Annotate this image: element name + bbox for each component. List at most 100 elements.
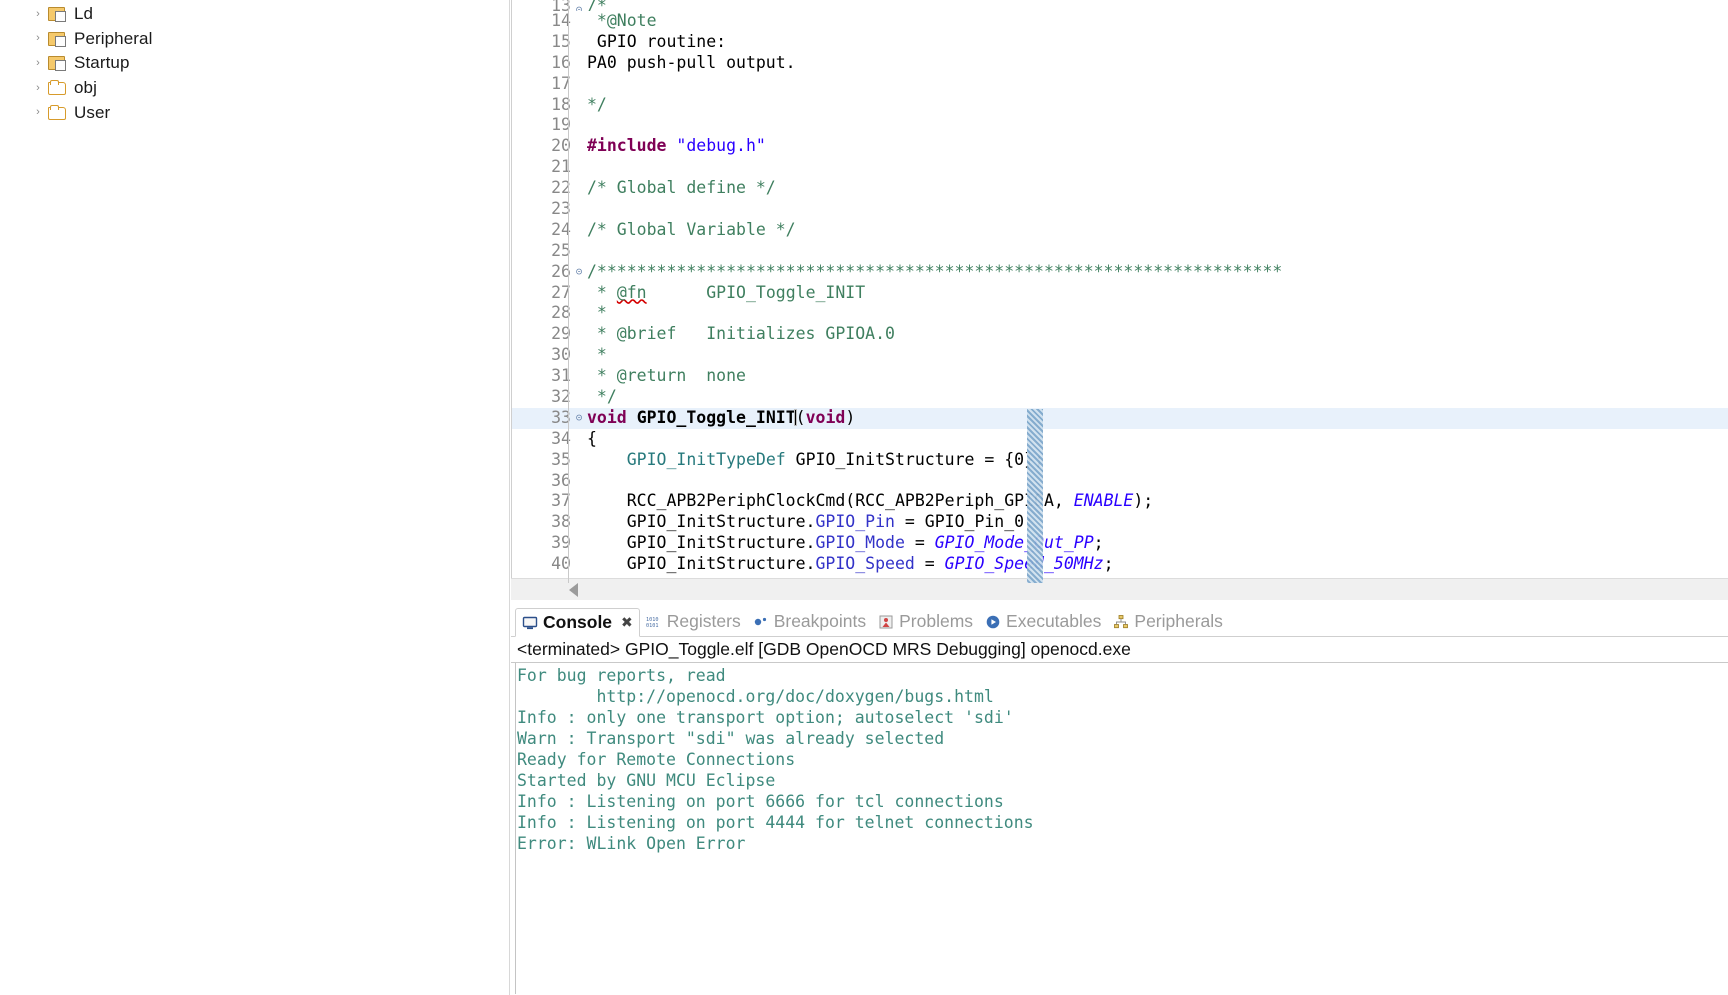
code-line[interactable]: 21 <box>511 157 1728 178</box>
fold-toggle-icon[interactable] <box>573 345 585 366</box>
fold-toggle-icon[interactable]: ⊝ <box>573 408 585 429</box>
gutter-divider <box>568 0 569 583</box>
console-output[interactable]: For bug reports, read http://openocd.org… <box>511 663 1728 994</box>
console-output-line: Info : Listening on port 6666 for tcl co… <box>517 792 1004 811</box>
fold-toggle-icon[interactable] <box>573 136 585 157</box>
scroll-left-arrow-icon[interactable] <box>569 583 578 597</box>
fold-toggle-icon[interactable] <box>573 554 585 575</box>
editor-horizontal-scrollbar[interactable] <box>511 578 1728 600</box>
line-number: 39 <box>551 533 571 553</box>
chevron-right-icon[interactable]: › <box>30 107 46 118</box>
tab-problems[interactable]: Problems <box>872 607 979 636</box>
console-output-line: Info : only one transport option; autose… <box>517 708 1014 727</box>
tab-label: Peripherals <box>1134 611 1223 631</box>
fold-toggle-icon[interactable] <box>573 95 585 116</box>
fold-toggle-icon[interactable] <box>573 157 585 178</box>
fold-toggle-icon[interactable] <box>573 324 585 345</box>
code-text: PA0 push-pull output. <box>587 52 796 72</box>
fold-toggle-icon[interactable] <box>573 178 585 199</box>
fold-toggle-icon[interactable] <box>573 115 585 136</box>
code-editor-viewport[interactable]: 13 ⊝/* 14 *@Note 15 GPIO routine: 16 PA0 push… <box>511 0 1728 583</box>
code-text: #include "debug.h" <box>587 136 766 156</box>
fold-toggle-icon[interactable] <box>573 387 585 408</box>
fold-toggle-icon[interactable] <box>573 533 585 554</box>
fold-toggle-icon[interactable] <box>573 32 585 53</box>
chevron-right-icon[interactable]: › <box>30 57 46 69</box>
fold-toggle-icon[interactable] <box>573 11 585 32</box>
fold-toggle-icon[interactable] <box>573 74 585 95</box>
fold-toggle-icon[interactable]: ⊝ <box>573 0 585 11</box>
fold-toggle-icon[interactable] <box>573 450 585 471</box>
code-line[interactable]: 13 ⊝/* <box>511 0 1728 11</box>
line-number: 26 <box>551 261 571 281</box>
code-line[interactable]: 34 { <box>511 429 1728 450</box>
line-number: 31 <box>551 366 571 386</box>
tree-item-label: User <box>74 102 111 122</box>
code-line[interactable]: 33 ⊝ void GPIO_Toggle_INIT(void) <box>511 407 1728 429</box>
code-line[interactable]: 38 GPIO_InitStructure.GPIO_Pin = GPIO_Pi… <box>511 512 1728 533</box>
tab-peripherals[interactable]: Peripherals <box>1107 607 1229 636</box>
fold-toggle-icon[interactable] <box>573 366 585 387</box>
console-icon <box>522 615 538 631</box>
fold-toggle-icon[interactable] <box>573 220 585 241</box>
code-line[interactable]: 37 RCC_APB2PeriphClockCmd(RCC_APB2Periph… <box>511 491 1728 512</box>
code-line[interactable]: 17 <box>511 74 1728 95</box>
code-line[interactable]: 15 GPIO routine: <box>511 32 1728 53</box>
code-line[interactable]: 39 GPIO_InitStructure.GPIO_Mode = GPIO_M… <box>511 533 1728 554</box>
fold-toggle-icon[interactable] <box>573 491 585 512</box>
svg-text:0101: 0101 <box>646 623 659 629</box>
project-explorer-tree[interactable]: › Ld › Peripheral › Startup › obj › User <box>0 0 510 995</box>
code-line[interactable]: 14 *@Note <box>511 11 1728 32</box>
code-line[interactable]: 23 <box>511 199 1728 220</box>
fold-toggle-icon[interactable] <box>573 303 585 324</box>
tab-breakpoints[interactable]: Breakpoints <box>747 607 872 636</box>
line-number: 38 <box>551 512 571 532</box>
fold-toggle-icon[interactable]: ⊝ <box>573 262 585 283</box>
tree-item-label: obj <box>74 78 97 98</box>
code-line[interactable]: 25 <box>511 241 1728 262</box>
fold-toggle-icon[interactable] <box>573 53 585 74</box>
code-line[interactable]: 27 * @fn GPIO_Toggle_INIT <box>511 283 1728 304</box>
fold-toggle-icon[interactable] <box>573 241 585 262</box>
chevron-right-icon[interactable]: › <box>30 8 46 20</box>
console-output-line: Warn : Transport "sdi" was already selec… <box>517 729 945 748</box>
code-line[interactable]: 28 * <box>511 303 1728 324</box>
tab-registers[interactable]: 1010 0101 Registers <box>640 607 747 636</box>
code-line[interactable]: 35 GPIO_InitTypeDef GPIO_InitStructure =… <box>511 450 1728 471</box>
code-line[interactable]: 16 PA0 push-pull output. <box>511 53 1728 74</box>
code-editor[interactable]: 13 ⊝/* 14 *@Note 15 GPIO routine: 16 PA0 push… <box>511 0 1728 600</box>
fold-toggle-icon[interactable] <box>573 512 585 533</box>
tree-item-user[interactable]: › User <box>0 100 509 125</box>
line-number: 29 <box>551 324 571 344</box>
tree-item-peripheral[interactable]: › Peripheral <box>0 27 509 52</box>
fold-toggle-icon[interactable] <box>573 471 585 492</box>
chevron-right-icon[interactable]: › <box>30 82 46 94</box>
code-line[interactable]: 26 ⊝/************************************… <box>511 262 1728 283</box>
code-line[interactable]: 19 <box>511 115 1728 136</box>
tab-console[interactable]: Console ✖ <box>515 608 640 637</box>
fold-toggle-icon[interactable] <box>573 283 585 304</box>
code-line[interactable]: 20 #include "debug.h" <box>511 136 1728 157</box>
code-line[interactable]: 36 <box>511 471 1728 492</box>
tree-item-startup[interactable]: › Startup <box>0 51 509 76</box>
code-text: */ <box>587 387 617 407</box>
code-line[interactable]: 22 /* Global define */ <box>511 178 1728 199</box>
tab-label: Executables <box>1006 611 1102 631</box>
console-tab-bar[interactable]: Console ✖ 1010 0101 Registers Breakpoints Prob… <box>511 606 1728 637</box>
executables-icon <box>985 614 1001 630</box>
chevron-right-icon[interactable]: › <box>30 33 46 44</box>
code-line[interactable]: 24 /* Global Variable */ <box>511 220 1728 241</box>
code-line[interactable]: 32 */ <box>511 387 1728 408</box>
close-icon[interactable]: ✖ <box>621 615 633 631</box>
code-line[interactable]: 29 * @brief Initializes GPIOA.0 <box>511 324 1728 345</box>
tree-item-ld[interactable]: › Ld <box>0 2 509 27</box>
tree-item-obj[interactable]: › obj <box>0 76 509 101</box>
code-line[interactable]: 18 */ <box>511 95 1728 116</box>
tab-executables[interactable]: Executables <box>979 607 1107 636</box>
fold-toggle-icon[interactable] <box>573 429 585 450</box>
code-line[interactable]: 31 * @return none <box>511 366 1728 387</box>
fold-toggle-icon[interactable] <box>573 199 585 220</box>
code-line[interactable]: 40 GPIO_InitStructure.GPIO_Speed = GPIO_… <box>511 554 1728 575</box>
code-line[interactable]: 30 * <box>511 345 1728 366</box>
console-output-line: Ready for Remote Connections <box>517 750 796 769</box>
